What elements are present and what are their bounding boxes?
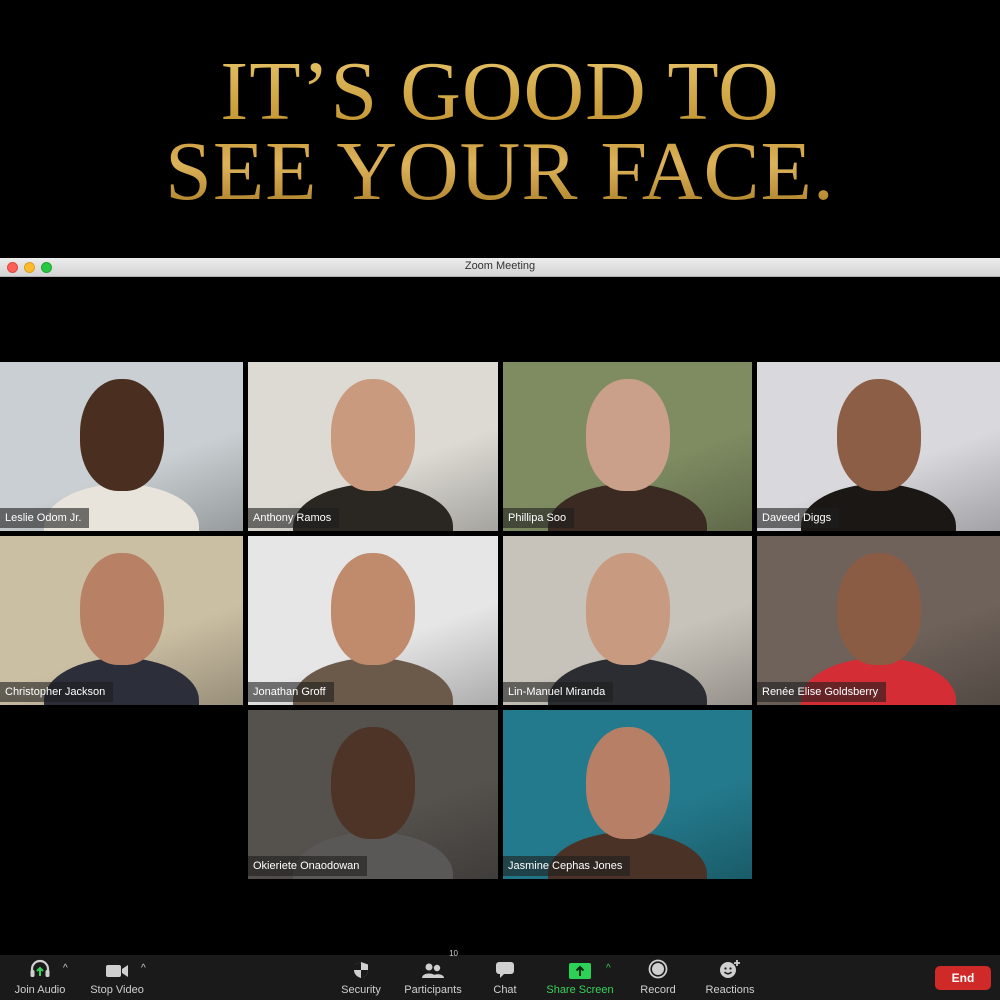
share-screen-label: Share Screen bbox=[546, 984, 614, 996]
shield-icon bbox=[353, 955, 369, 979]
participant-tile[interactable]: Anthony Ramos bbox=[248, 362, 498, 531]
participant-name-label: Renée Elise Goldsberry bbox=[757, 682, 887, 702]
record-icon bbox=[648, 955, 668, 979]
participant-count-badge: 10 bbox=[449, 949, 458, 958]
participant-face bbox=[585, 726, 670, 839]
participant-name-label: Okieriete Onaodowan bbox=[248, 856, 368, 876]
chat-bubble-icon bbox=[495, 955, 515, 979]
participant-name-label: Jonathan Groff bbox=[248, 682, 334, 702]
reactions-label: Reactions bbox=[705, 984, 755, 996]
record-button[interactable]: Record bbox=[639, 955, 677, 1000]
participant-name-label: Anthony Ramos bbox=[248, 508, 340, 528]
participant-face bbox=[331, 726, 415, 839]
participant-tile[interactable]: Jasmine Cephas Jones bbox=[503, 710, 752, 879]
security-button[interactable]: Security bbox=[340, 955, 382, 1000]
participant-tile[interactable]: Leslie Odom Jr. bbox=[0, 362, 243, 531]
stop-video-button[interactable]: Stop Video bbox=[90, 955, 144, 1000]
chat-label: Chat bbox=[493, 984, 517, 996]
record-label: Record bbox=[640, 984, 676, 996]
participants-label: Participants bbox=[404, 984, 462, 996]
meeting-toolbar: Join Audio ^ Stop Video ^ Security 10 Pa… bbox=[0, 949, 1000, 1000]
smiley-plus-icon bbox=[719, 955, 741, 979]
participant-name-label: Jasmine Cephas Jones bbox=[503, 856, 631, 876]
participant-face bbox=[79, 552, 164, 665]
participant-tile[interactable]: Renée Elise Goldsberry bbox=[757, 536, 1000, 705]
participant-face bbox=[585, 552, 670, 665]
chat-button[interactable]: Chat bbox=[489, 955, 521, 1000]
video-options-caret[interactable]: ^ bbox=[141, 963, 146, 974]
end-meeting-button[interactable]: End bbox=[935, 966, 991, 990]
participant-tile[interactable]: Okieriete Onaodowan bbox=[248, 710, 498, 879]
promo-headline: IT’S GOOD TO SEE YOUR FACE. bbox=[0, 52, 1000, 212]
reactions-button[interactable]: Reactions bbox=[704, 955, 756, 1000]
participant-face bbox=[331, 378, 415, 491]
participant-face bbox=[331, 552, 415, 665]
participant-tile[interactable]: Daveed Diggs bbox=[757, 362, 1000, 531]
participant-name-label: Lin-Manuel Miranda bbox=[503, 682, 614, 702]
participant-face bbox=[79, 378, 164, 491]
share-screen-button[interactable]: Share Screen bbox=[546, 955, 614, 1000]
participant-name-label: Leslie Odom Jr. bbox=[0, 508, 90, 528]
share-screen-icon bbox=[569, 955, 591, 979]
headline-line-2: SEE YOUR FACE. bbox=[165, 125, 835, 218]
participant-name-label: Daveed Diggs bbox=[757, 508, 840, 528]
participant-name-label: Christopher Jackson bbox=[0, 682, 114, 702]
join-audio-label: Join Audio bbox=[14, 984, 66, 996]
participant-face bbox=[836, 378, 921, 491]
audio-options-caret[interactable]: ^ bbox=[63, 963, 68, 974]
join-audio-button[interactable]: Join Audio bbox=[14, 955, 66, 1000]
headphones-icon bbox=[29, 955, 51, 979]
participants-icon: 10 bbox=[422, 949, 458, 979]
participant-tile[interactable]: Jonathan Groff bbox=[248, 536, 498, 705]
participants-button[interactable]: 10 Participants bbox=[403, 949, 463, 1000]
security-label: Security bbox=[341, 984, 381, 996]
participant-tile[interactable]: Christopher Jackson bbox=[0, 536, 243, 705]
participant-face bbox=[836, 552, 921, 665]
participant-tile[interactable]: Phillipa Soo bbox=[503, 362, 752, 531]
participant-tile[interactable]: Lin-Manuel Miranda bbox=[503, 536, 752, 705]
video-camera-icon bbox=[105, 955, 129, 979]
stop-video-label: Stop Video bbox=[90, 984, 144, 996]
window-titlebar[interactable]: Zoom Meeting bbox=[0, 258, 1000, 277]
window-title: Zoom Meeting bbox=[464, 260, 536, 272]
headline-line-1: IT’S GOOD TO bbox=[220, 45, 780, 138]
share-options-caret[interactable]: ^ bbox=[606, 963, 611, 974]
participant-face bbox=[585, 378, 670, 491]
participant-name-label: Phillipa Soo bbox=[503, 508, 575, 528]
